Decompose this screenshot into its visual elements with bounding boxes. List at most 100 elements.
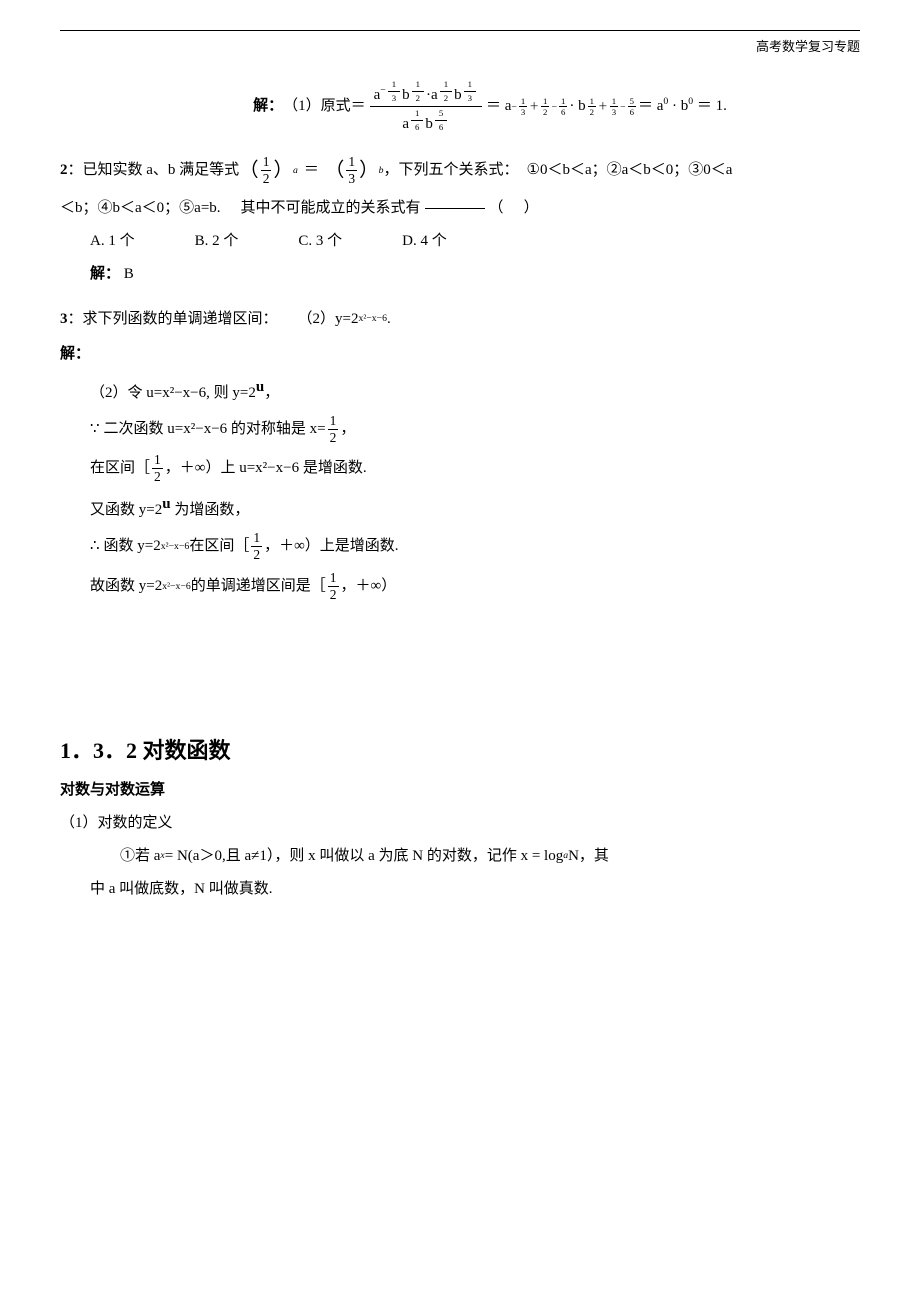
solution-label: 解： — [253, 93, 283, 120]
step5-end: ，＋∞）上是增函数. — [264, 533, 398, 560]
blank-space — [425, 208, 485, 209]
bracket: （） — [489, 195, 539, 222]
big-fraction: a−13b12·a12b13 a16b56 — [370, 78, 482, 135]
inner-frac3: 12 — [440, 78, 452, 104]
section-132: 1．3．2 对数函数 对数与对数运算 （1）对数的定义 ①若 a x = N(a… — [60, 731, 860, 903]
step5-pre: 函数 y=2 — [104, 533, 161, 560]
choice-d: D. 4 个 — [402, 228, 447, 255]
sup4: 13 — [462, 85, 478, 96]
problem2-colon: ：已知实数 a、b 满足等式 — [68, 157, 240, 184]
def2-text: 中 a 叫做底数，N 叫做真数. — [90, 876, 273, 903]
problem1-formula: 解： （1）原式＝ a−13b12·a12b13 a16b56 ＝ a −13＋… — [120, 78, 860, 135]
choice-b: B. 2 个 — [195, 228, 239, 255]
part1-label-text: （1）对数的定义 — [60, 810, 173, 837]
step4-text: 又函数 y=2u 为增函数， — [90, 491, 249, 524]
inner-frac1: 13 — [388, 78, 400, 104]
inner-frac2: 12 — [412, 78, 424, 104]
equals1: ＝ a — [486, 93, 511, 120]
exp-x2: x²−x−6 — [358, 310, 387, 328]
problem3-step2: ∵ 二次函数 u=x²−x−6 的对称轴是 x= 1 2 ， — [60, 413, 860, 446]
def2-line: 中 a 叫做底数，N 叫做真数. — [60, 876, 860, 903]
zero-exp2: 0 — [688, 96, 693, 107]
step3-pre: 在区间［ — [90, 455, 150, 482]
step1-text: （2）令 u=x²−x−6, 则 y=2u， — [90, 374, 279, 407]
equals2: ＝ a0 · b0 ＝ 1. — [638, 93, 727, 120]
choice-c: C. 3 个 — [298, 228, 342, 255]
zero-exp: 0 — [663, 96, 668, 107]
header-title: 高考数学复习专题 — [60, 35, 860, 58]
dot1: · b — [569, 93, 585, 120]
step5-sup: x²−x−6 — [161, 538, 190, 556]
def-part1-label: （1）对数的定义 — [60, 810, 860, 837]
exp-b1: 12＋13−56 — [586, 96, 638, 118]
sup3: 12 — [438, 85, 454, 96]
part1-label: （1）原式＝ — [283, 93, 366, 120]
f-exp1: 13 — [519, 96, 527, 118]
paren-close2: ） — [359, 153, 379, 188]
half-fraction: 1 2 — [261, 154, 272, 187]
sup2: 12 — [410, 85, 426, 96]
exp-a1: −13＋12−16 — [511, 96, 569, 118]
problem3-section: 3 ：求下列函数的单调递增区间：（2）y=2 x²−x−6 . 解： （2）令 … — [60, 306, 860, 604]
step2-comma: ， — [340, 416, 355, 443]
answer-label: 解： — [90, 266, 120, 282]
problem3-step4: 又函数 y=2u 为增函数， — [60, 491, 860, 524]
sup6: 56 — [433, 114, 449, 125]
problem3-line1: 3 ：求下列函数的单调递增区间：（2）y=2 x²−x−6 . — [60, 306, 860, 333]
period: . — [387, 306, 391, 333]
def1-line: ①若 a x = N(a＞0,且 a≠1），则 x 叫做以 a 为底 N 的对数… — [60, 843, 860, 870]
fraction-numerator: a−13b12·a12b13 — [370, 78, 482, 107]
half-frac3: 1 2 — [152, 452, 163, 485]
answer-value: B — [124, 266, 134, 282]
sup-u2: u — [162, 496, 170, 512]
step6-mid: 的单调递增区间是［ — [191, 573, 326, 600]
half-frac4: 1 2 — [251, 530, 262, 563]
f-exp2: 12 — [541, 96, 549, 118]
header-divider — [60, 30, 860, 31]
inner-frac6: 56 — [435, 107, 447, 133]
paren-close1: ） — [273, 153, 293, 188]
step3-post: ，＋∞）上 u=x²−x−6 是增函数. — [165, 455, 367, 482]
problem2-number: 2 — [60, 157, 68, 184]
problem3-step6: 故函数 y=2 x²−x−6 的单调递增区间是［ 1 2 ，＋∞） — [60, 570, 860, 603]
problem3-step5: ∴ 函数 y=2 x²−x−6 在区间［ 1 2 ，＋∞）上是增函数. — [60, 530, 860, 563]
step5-mid: 在区间［ — [189, 533, 249, 560]
f-exp3: 16 — [559, 96, 567, 118]
step6-end: ，＋∞） — [341, 573, 397, 600]
sup1: −13 — [380, 85, 402, 96]
third-fraction: 1 3 — [346, 154, 357, 187]
sup5: 16 — [409, 114, 425, 125]
inner-frac5: 16 — [411, 107, 423, 133]
choice-a: A. 1 个 — [90, 228, 135, 255]
def1-pre: ①若 a — [120, 843, 160, 870]
problem2-line2: ＜b；④b＜a＜0；⑤a=b.其中不可能成立的关系式有 （） — [60, 195, 860, 222]
problem3-step3: 在区间［ 1 2 ，＋∞）上 u=x²−x−6 是增函数. — [60, 452, 860, 485]
problem3-number: 3 — [60, 306, 68, 333]
sup-u1: u — [256, 379, 264, 395]
therefore2: ∴ — [90, 533, 100, 560]
problem3-step1: （2）令 u=x²−x−6, 则 y=2u， — [60, 374, 860, 407]
f-exp4: 12 — [588, 96, 596, 118]
inner-frac4: 13 — [464, 78, 476, 104]
fraction-denominator: a16b56 — [398, 107, 453, 135]
half-frac2: 1 2 — [328, 413, 339, 446]
section-title: 1．3．2 对数函数 — [60, 731, 860, 771]
f-exp6: 56 — [628, 96, 636, 118]
half-frac5: 1 2 — [328, 570, 339, 603]
therefore1: ∵ — [90, 416, 100, 443]
paren-open2: （ — [325, 153, 345, 188]
f-exp5: 13 — [610, 96, 618, 118]
problem2-relations: ＜b；④b＜a＜0；⑤a=b.其中不可能成立的关系式有 — [60, 195, 421, 222]
problem2-text2: ，下列五个关系式：①0＜b＜a；②a＜b＜0；③0＜a — [384, 157, 733, 184]
spacer — [60, 621, 860, 701]
sol-label: 解： — [60, 341, 90, 368]
def1-mid: = N(a＞0,且 a≠1），则 x 叫做以 a 为底 N 的对数，记作 x =… — [165, 843, 563, 870]
problem2-section: 2 ：已知实数 a、b 满足等式 （ 1 2 ） a ＝ （ 1 3 ） b ，… — [60, 153, 860, 287]
problem1-section: 解： （1）原式＝ a−13b12·a12b13 a16b56 ＝ a −13＋… — [60, 78, 860, 135]
problem2-choices: A. 1 个 B. 2 个 C. 3 个 D. 4 个 — [90, 228, 860, 255]
problem3-text: ：求下列函数的单调递增区间：（2）y=2 — [68, 306, 359, 333]
equals-sign: ＝ — [304, 157, 319, 184]
step6-pre: 故函数 y=2 — [90, 573, 162, 600]
def1-end: N，其 — [568, 843, 609, 870]
step6-sup: x²−x−6 — [162, 578, 191, 596]
